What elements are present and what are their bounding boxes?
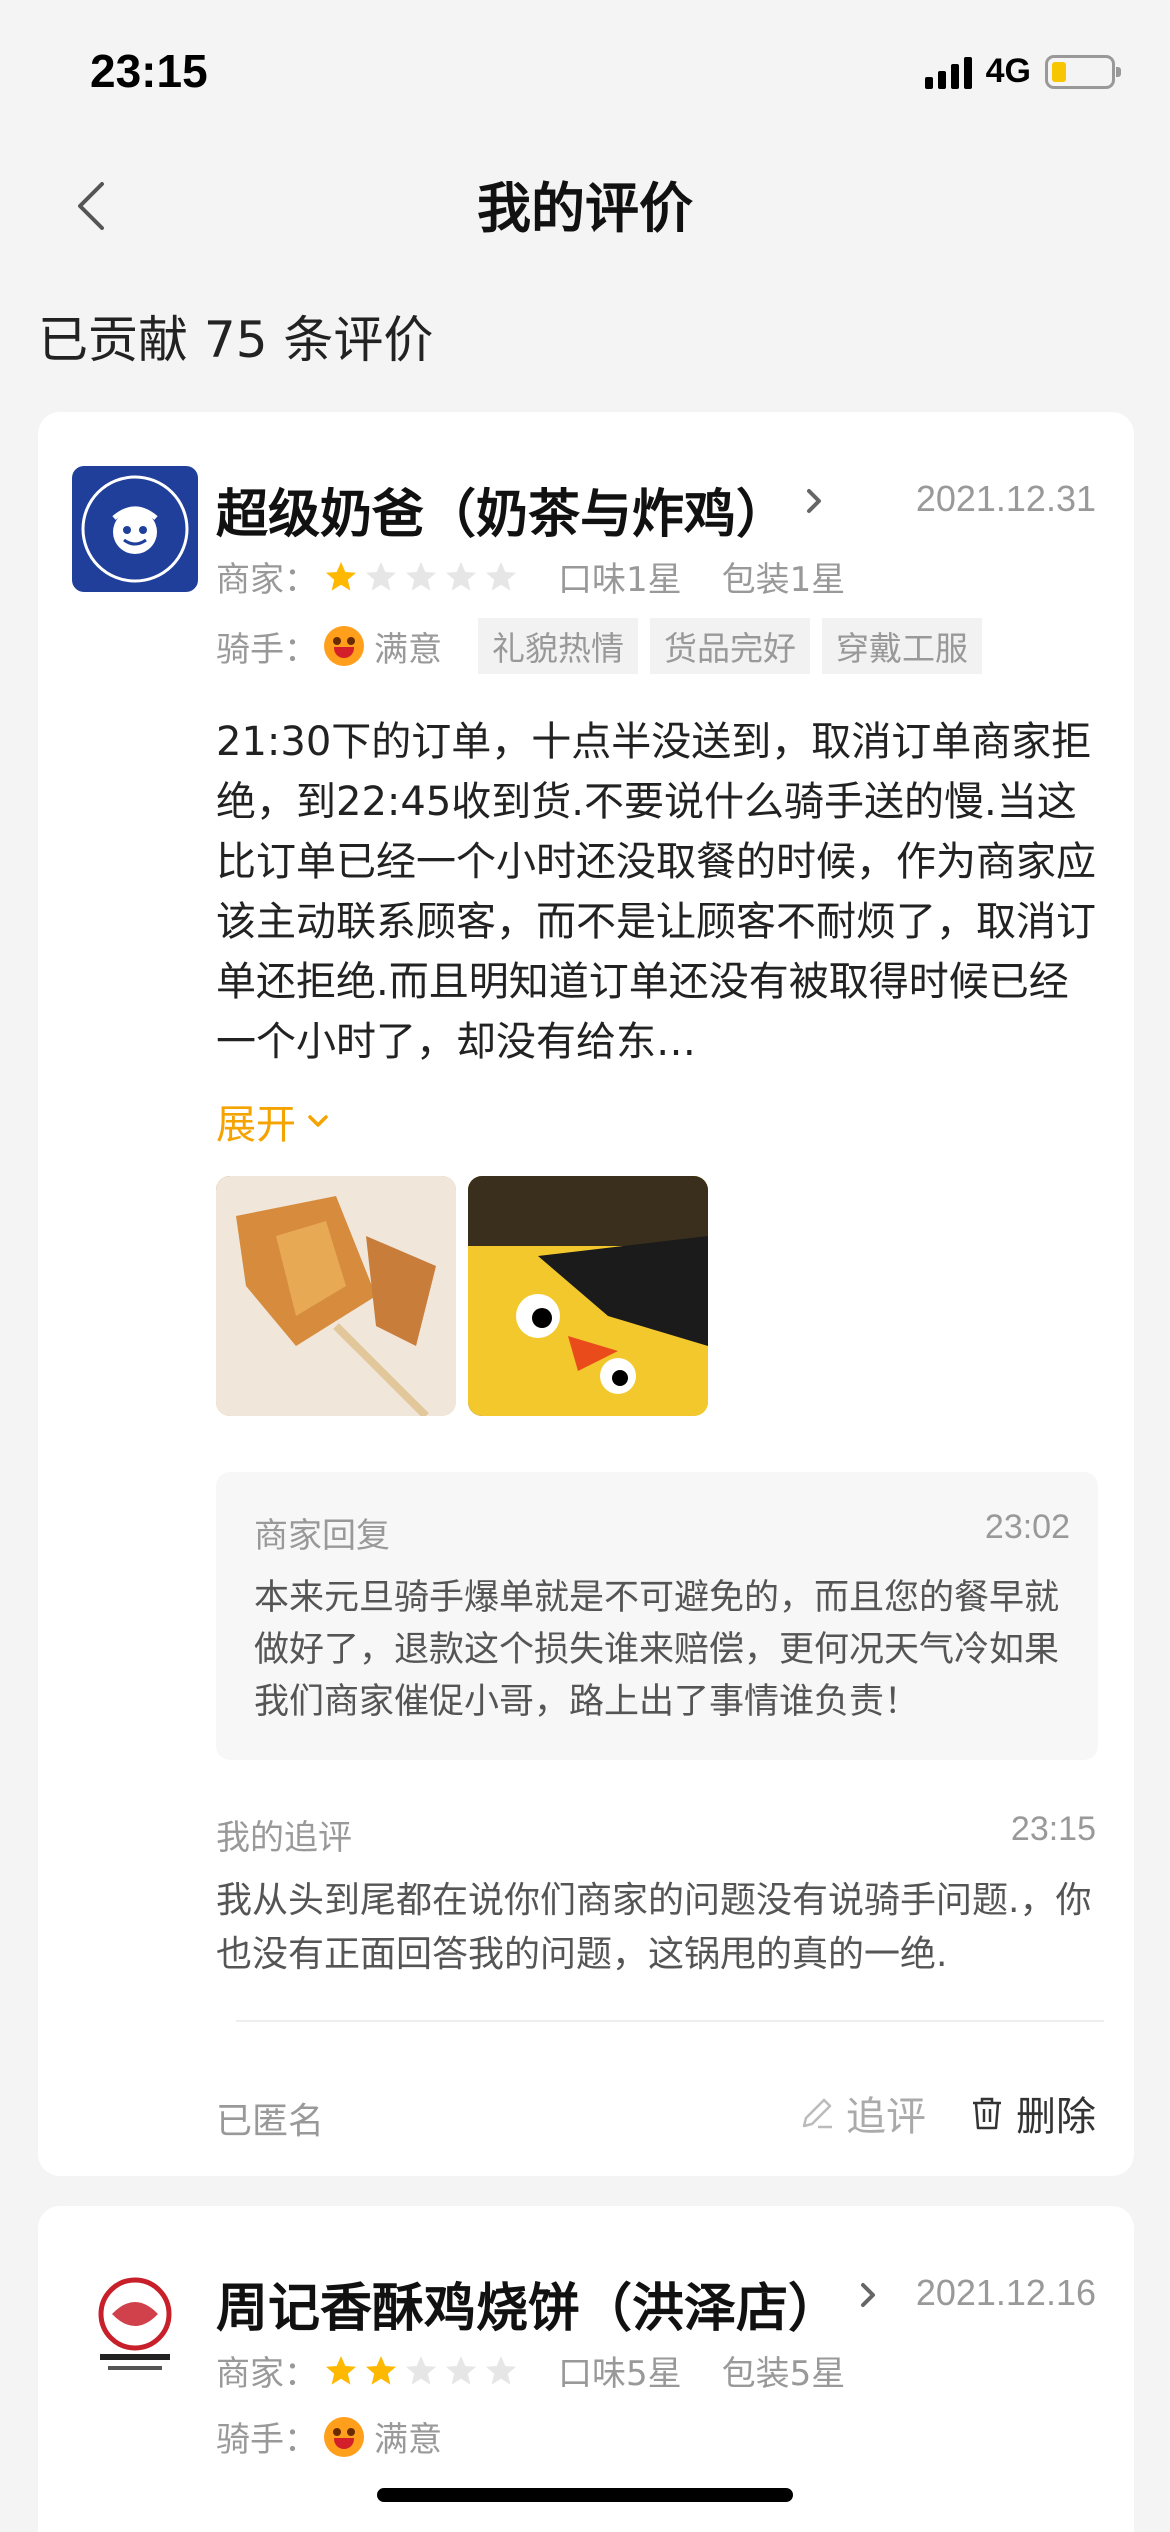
page-title: 我的评价 bbox=[477, 177, 693, 240]
star-empty-icon bbox=[446, 2355, 476, 2385]
status-indicators: 4G bbox=[924, 52, 1121, 91]
merchant-reply: 商家回复 23:02 本来元旦骑手爆单就是不可避免的，而且您的餐早就做好了，退款… bbox=[216, 1472, 1098, 1760]
package-rating: 包装1星 bbox=[721, 560, 846, 600]
network-label: 4G bbox=[985, 52, 1031, 90]
star-filled-icon bbox=[326, 2355, 356, 2385]
chevron-right-icon[interactable] bbox=[804, 486, 824, 516]
merchant-label: 商家： bbox=[216, 560, 318, 600]
pencil-icon bbox=[802, 2098, 832, 2129]
chevron-down-icon bbox=[308, 1115, 328, 1127]
review-card: 超级奶爸（奶茶与炸鸡） 2021.12.31 商家： 口味1星 包装1星 骑手：… bbox=[38, 412, 1134, 2176]
rider-rating: 满意 bbox=[374, 2420, 442, 2460]
delete-button[interactable]: 删除 bbox=[968, 2084, 1096, 2142]
review-date: 2021.12.31 bbox=[915, 478, 1096, 519]
merchant-stars bbox=[324, 560, 518, 594]
star-empty-icon bbox=[486, 2355, 516, 2385]
battery-icon bbox=[1045, 54, 1121, 89]
follow-up-time: 23:15 bbox=[1010, 1810, 1096, 1848]
status-time: 23:15 bbox=[90, 45, 208, 97]
status-bar: 23:15 4G bbox=[0, 0, 1170, 140]
follow-up-title: 我的追评 bbox=[216, 1818, 352, 1858]
merchant-rating-row: 商家： 口味1星 包装1星 bbox=[216, 552, 845, 601]
rider-tag: 礼貌热情 bbox=[478, 618, 638, 674]
review-date: 2021.12.16 bbox=[915, 2272, 1096, 2313]
package-rating: 包装5星 bbox=[721, 2354, 846, 2394]
rider-rating-row: 骑手： 满意 礼貌热情 货品完好 穿戴工服 bbox=[216, 618, 982, 674]
review-card: 周记香酥鸡烧饼（洪泽店） 2021.12.16 商家： 口味5星 包装5星 骑手… bbox=[38, 2206, 1134, 2532]
chevron-right-icon[interactable] bbox=[858, 2280, 878, 2310]
shop-name[interactable]: 周记香酥鸡烧饼（洪泽店） bbox=[216, 2266, 840, 2341]
shop-logo[interactable] bbox=[72, 466, 198, 592]
anonymous-label: 已匿名 bbox=[216, 2101, 325, 2142]
rider-rating-row: 骑手： 满意 bbox=[216, 2412, 442, 2461]
reply-title: 商家回复 bbox=[254, 1516, 390, 1556]
star-empty-icon bbox=[406, 561, 436, 591]
fried-chicken-photo bbox=[216, 1176, 456, 1416]
signal-icon bbox=[924, 55, 972, 89]
reply-text: 本来元旦骑手爆单就是不可避免的，而且您的餐早就做好了，退款这个损失谁来赔偿，更何… bbox=[254, 1578, 1060, 1722]
star-empty-icon bbox=[486, 561, 516, 591]
rider-label: 骑手： bbox=[216, 629, 318, 670]
follow-up-label: 追评 bbox=[846, 2094, 926, 2140]
divider bbox=[236, 2020, 1104, 2022]
star-empty-icon bbox=[366, 561, 396, 591]
happy-face-icon bbox=[324, 2416, 364, 2457]
merchant-label: 商家： bbox=[216, 2354, 318, 2394]
follow-up-text: 我从头到尾都在说你们商家的问题没有说骑手问题.，你也没有正面回答我的问题，这锅甩… bbox=[216, 1880, 1092, 1975]
taste-rating: 口味5星 bbox=[558, 2354, 682, 2394]
reply-time: 23:02 bbox=[984, 1508, 1070, 1546]
home-indicator[interactable] bbox=[377, 2488, 793, 2502]
rider-tag: 穿戴工服 bbox=[822, 618, 982, 674]
yellow-bag-photo bbox=[468, 1176, 708, 1416]
rider-tag: 货品完好 bbox=[650, 618, 810, 674]
star-filled-icon bbox=[366, 2355, 396, 2385]
rider-label: 骑手： bbox=[216, 2420, 318, 2460]
review-actions: 追评 删除 bbox=[798, 2084, 1096, 2142]
super-daddy-logo-icon bbox=[81, 475, 189, 583]
zhouji-logo-icon bbox=[98, 2277, 172, 2370]
expand-button[interactable]: 展开 bbox=[216, 1092, 330, 1150]
navigation-bar: 我的评价 bbox=[0, 140, 1170, 260]
delete-label: 删除 bbox=[1016, 2094, 1096, 2140]
trash-icon bbox=[973, 2097, 1001, 2130]
follow-up-button[interactable]: 追评 bbox=[798, 2084, 926, 2142]
review-count: 已贡献 75 条评价 bbox=[38, 311, 434, 369]
star-empty-icon bbox=[406, 2355, 436, 2385]
rider-rating: 满意 bbox=[374, 629, 442, 670]
merchant-stars bbox=[324, 2354, 518, 2388]
review-photo[interactable] bbox=[216, 1176, 456, 1416]
shop-name[interactable]: 超级奶爸（奶茶与炸鸡） bbox=[216, 472, 788, 547]
review-text: 21:30下的订单，十点半没送到，取消订单商家拒绝，到22:45收到货.不要说什… bbox=[216, 719, 1096, 1065]
review-photo[interactable] bbox=[468, 1176, 708, 1416]
shop-logo[interactable] bbox=[72, 2260, 198, 2386]
expand-label: 展开 bbox=[216, 1102, 296, 1148]
merchant-rating-row: 商家： 口味5星 包装5星 bbox=[216, 2346, 845, 2395]
happy-face-icon bbox=[324, 626, 364, 666]
taste-rating: 口味1星 bbox=[558, 560, 682, 600]
star-filled-icon bbox=[326, 561, 356, 591]
star-empty-icon bbox=[446, 561, 476, 591]
